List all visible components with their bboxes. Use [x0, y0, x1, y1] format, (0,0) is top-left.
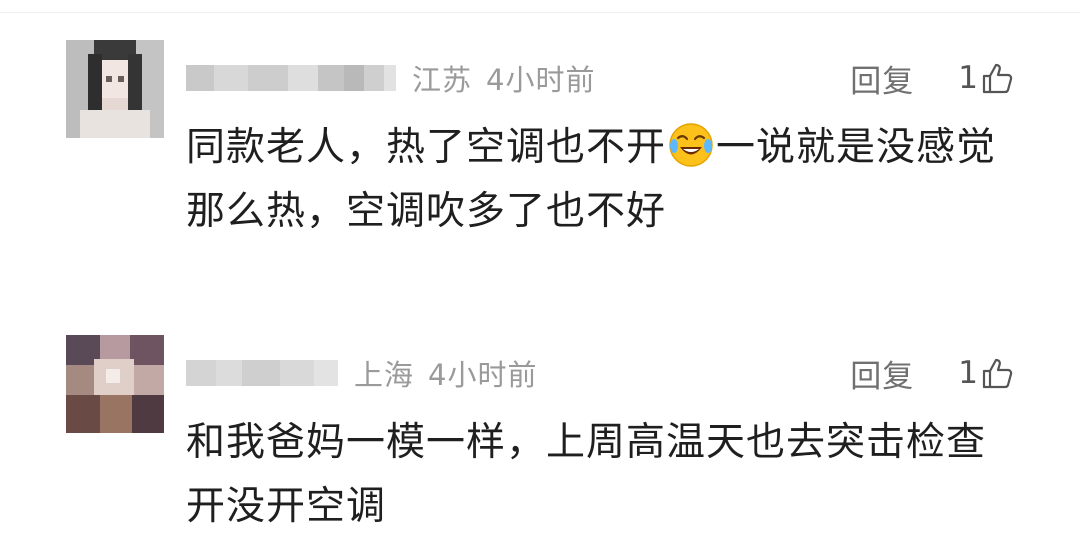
like-count: 1: [958, 60, 978, 96]
location-label: 上海: [354, 358, 415, 392]
like-button[interactable]: 1: [958, 355, 1014, 391]
timestamp: 4小时前: [486, 63, 596, 97]
comment-text: 和我爸妈一模一样，上周高温天也去突击检查开没开空调: [186, 420, 987, 529]
reply-button[interactable]: 回复: [850, 56, 914, 101]
thumbs-up-icon: [982, 358, 1013, 389]
like-count: 1: [958, 355, 978, 391]
comment-text: 同款老人，热了空调也不开 一说就是没感觉那么热，空调吹多了也不好: [186, 116, 1016, 244]
top-divider: [0, 12, 1080, 13]
username-blurred[interactable]: [186, 356, 338, 390]
reply-button[interactable]: 回复: [850, 351, 914, 396]
location-label: 江苏: [412, 63, 473, 97]
face-with-tears-of-joy-icon: [669, 123, 713, 167]
comment-meta: 江苏 4小时前: [186, 56, 595, 100]
thumbs-up-icon: [982, 63, 1013, 94]
comment-meta: 上海 4小时前: [186, 351, 537, 395]
comment-actions: 回复 1: [850, 56, 1014, 100]
comment-text-part: 同款老人，热了空调也不开: [186, 125, 667, 170]
comment-actions: 回复 1: [850, 351, 1014, 395]
like-button[interactable]: 1: [958, 60, 1014, 96]
avatar[interactable]: [66, 335, 164, 433]
timestamp: 4小时前: [428, 358, 538, 392]
username-blurred[interactable]: [186, 61, 396, 95]
avatar[interactable]: [66, 40, 164, 138]
